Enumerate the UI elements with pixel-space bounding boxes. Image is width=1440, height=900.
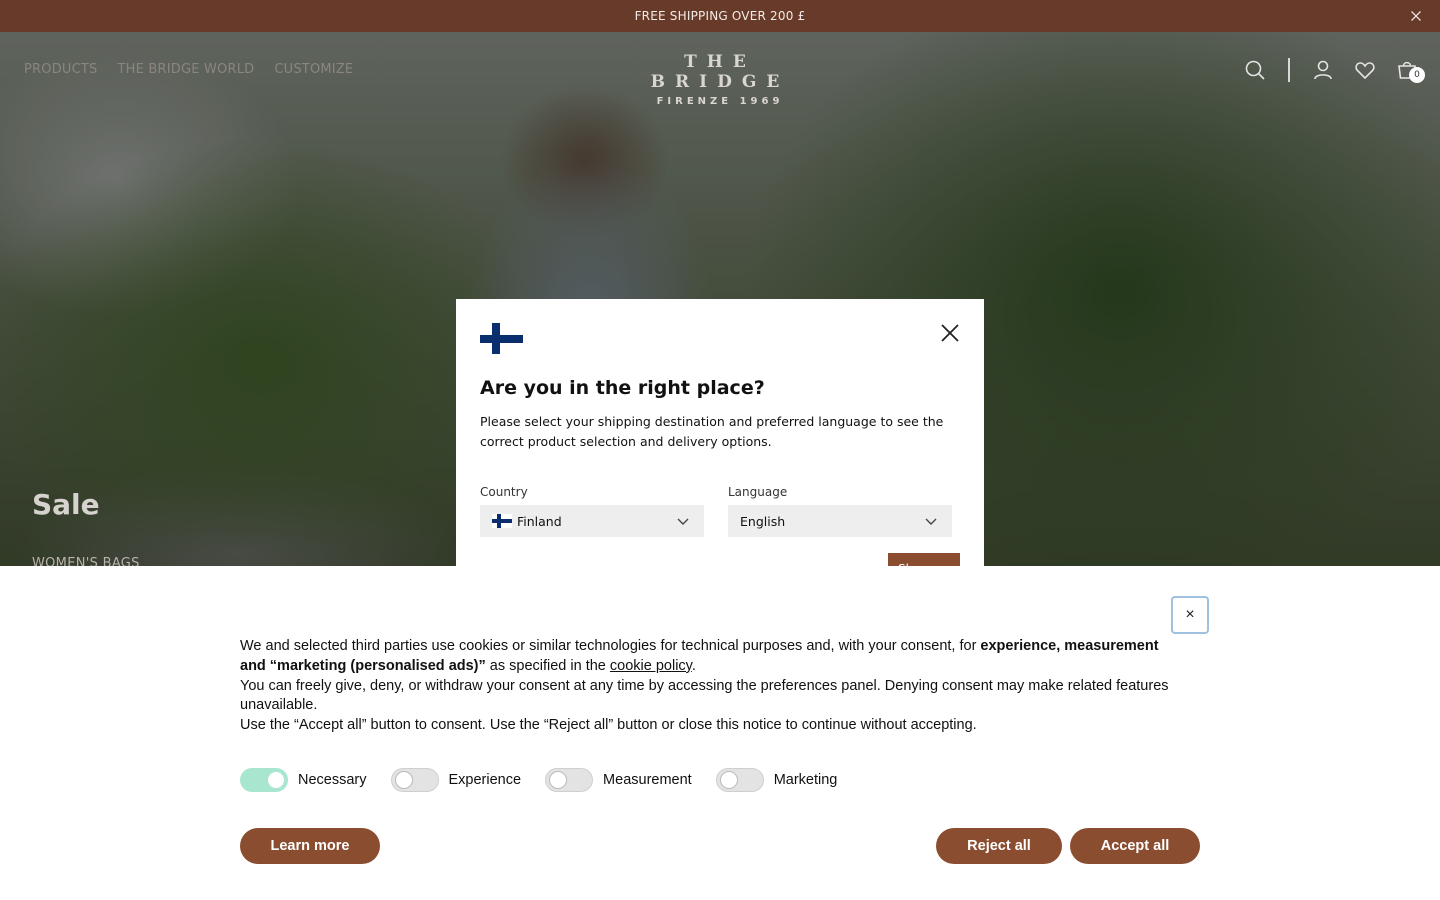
header-divider — [1288, 58, 1290, 82]
switch-knob — [719, 771, 738, 789]
cookie-paragraph-2: You can freely give, deny, or withdraw y… — [240, 677, 1169, 714]
close-icon[interactable] — [938, 321, 962, 345]
cookie-paragraph-3: Use the “Accept all” button to consent. … — [240, 717, 977, 734]
cookie-notice-text: We and selected third parties use cookie… — [240, 637, 1180, 736]
finland-flag-icon — [492, 514, 512, 528]
nav-item-customize[interactable]: CUSTOMIZE — [274, 62, 353, 77]
toggle-label: Necessary — [298, 772, 367, 788]
toggle-necessary[interactable]: Necessary — [240, 768, 367, 792]
country-selector-modal: Are you in the right place? Please selec… — [456, 299, 984, 566]
search-icon[interactable] — [1244, 59, 1266, 81]
experience-switch[interactable] — [390, 768, 439, 792]
site-header: PRODUCTS THE BRIDGE WORLD CUSTOMIZE THE … — [0, 32, 1440, 110]
announcement-bar: FREE SHIPPING OVER 200 £ — [0, 0, 1440, 32]
toggle-measurement[interactable]: Measurement — [545, 768, 692, 792]
reject-all-button[interactable]: Reject all — [936, 828, 1062, 864]
hero-title: Sale — [32, 488, 100, 521]
switch-knob — [394, 771, 413, 789]
close-icon: × — [1185, 606, 1195, 623]
cookie-paragraph-1: We and selected third parties use cookie… — [240, 637, 1180, 677]
cookie-text-segment: We and selected third parties use cookie… — [240, 638, 981, 654]
chevron-down-icon — [924, 514, 938, 528]
modal-title: Are you in the right place? — [480, 377, 765, 399]
header-actions: 0 — [1244, 58, 1425, 83]
cart-count-badge: 0 — [1409, 67, 1425, 83]
cookie-policy-link[interactable]: cookie policy — [610, 658, 692, 674]
language-label: Language — [728, 485, 788, 499]
toggle-label: Experience — [448, 772, 522, 788]
switch-knob — [267, 771, 285, 789]
learn-more-button[interactable]: Learn more — [240, 828, 380, 864]
country-label: Country — [480, 485, 528, 499]
country-select[interactable]: Finland — [480, 505, 704, 537]
accept-all-button[interactable]: Accept all — [1070, 828, 1200, 864]
nav-item-products[interactable]: PRODUCTS — [24, 62, 98, 77]
logo-wordmark: THE BRIDGE — [650, 52, 790, 92]
logo-tagline: FIRENZE 1969 — [656, 96, 784, 107]
cookie-text-segment: as specified in the — [485, 657, 610, 674]
toggle-experience[interactable]: Experience — [390, 768, 522, 792]
close-icon[interactable] — [1408, 8, 1424, 24]
toggle-label: Measurement — [603, 772, 692, 788]
cookie-close-button[interactable]: × — [1171, 596, 1209, 634]
toggle-label: Marketing — [773, 772, 838, 788]
country-value: Finland — [517, 513, 562, 529]
modal-description: Please select your shipping destination … — [480, 414, 944, 449]
user-icon[interactable] — [1312, 59, 1334, 81]
marketing-switch[interactable] — [715, 768, 764, 792]
language-select[interactable]: English — [728, 505, 952, 537]
heart-icon[interactable] — [1354, 59, 1376, 81]
measurement-switch[interactable] — [545, 768, 594, 792]
brand-logo[interactable]: THE BRIDGE FIRENZE 1969 — [610, 52, 830, 107]
shop-button[interactable]: Sh... — [888, 553, 960, 566]
finland-flag-icon — [480, 323, 523, 354]
toggle-marketing[interactable]: Marketing — [715, 768, 838, 792]
necessary-switch[interactable] — [240, 768, 288, 792]
language-value: English — [740, 513, 786, 529]
cookie-text-segment: . — [691, 657, 696, 674]
main-nav: PRODUCTS THE BRIDGE WORLD CUSTOMIZE — [24, 62, 353, 77]
cart-icon[interactable]: 0 — [1396, 59, 1425, 83]
announcement-text: FREE SHIPPING OVER 200 £ — [634, 9, 806, 23]
cookie-banner: × We and selected third parties use cook… — [0, 566, 1440, 900]
switch-knob — [549, 771, 568, 789]
chevron-down-icon — [676, 514, 690, 528]
consent-toggles: Necessary Experience Measurement Marketi… — [240, 768, 861, 792]
nav-item-the-bridge-world[interactable]: THE BRIDGE WORLD — [118, 62, 255, 77]
